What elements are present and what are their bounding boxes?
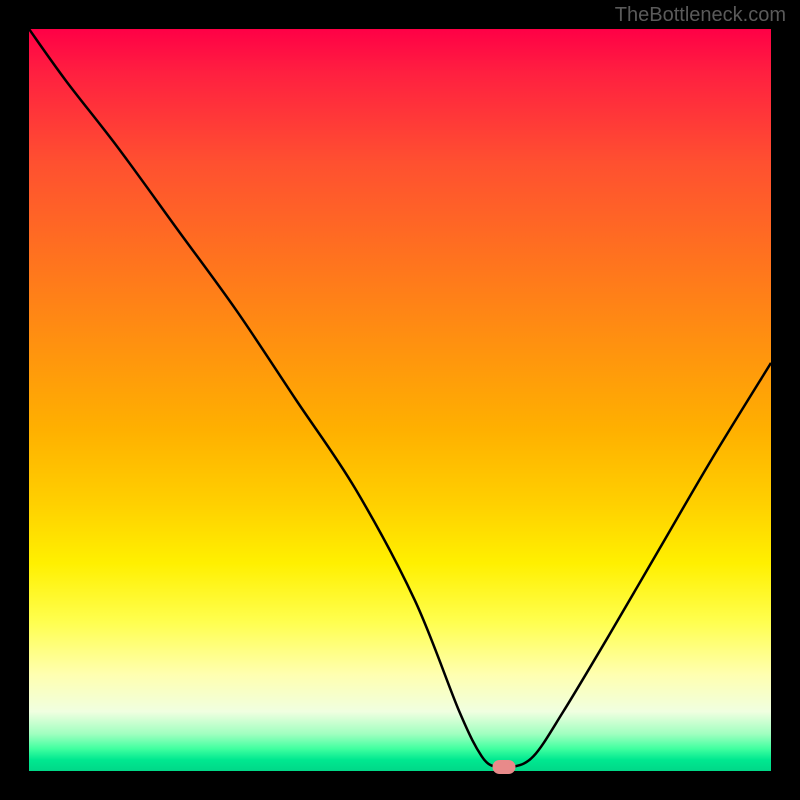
watermark-text: TheBottleneck.com bbox=[615, 4, 786, 27]
chart-plot-area bbox=[29, 29, 771, 771]
optimal-point-marker bbox=[492, 760, 515, 774]
bottleneck-curve-line bbox=[29, 29, 771, 769]
chart-curve-svg bbox=[29, 29, 771, 771]
